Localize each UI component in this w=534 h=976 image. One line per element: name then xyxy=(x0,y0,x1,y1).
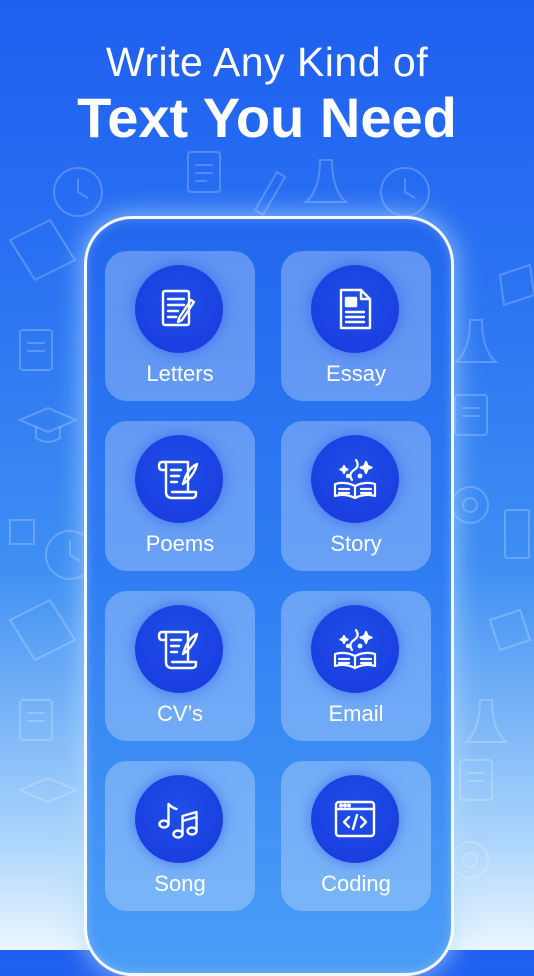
category-card-poems[interactable]: Poems xyxy=(105,421,255,571)
headline: Write Any Kind of Text You Need xyxy=(0,38,534,150)
headline-line-2: Text You Need xyxy=(77,86,457,149)
category-card-essay[interactable]: Essay xyxy=(281,251,431,401)
phone-frame: Letters Essay Poems Story CV’s Email Son… xyxy=(84,216,454,976)
category-label: Poems xyxy=(145,531,215,556)
category-card-letters[interactable]: Letters xyxy=(105,251,255,401)
code-window-icon xyxy=(311,775,399,863)
category-label: Essay xyxy=(326,361,386,386)
category-card-cvs[interactable]: CV’s xyxy=(105,591,255,741)
headline-line-1: Write Any Kind of xyxy=(105,39,429,85)
category-grid: Letters Essay Poems Story CV’s Email Son… xyxy=(105,251,431,911)
document-icon xyxy=(311,265,399,353)
category-label: Coding xyxy=(321,871,391,896)
category-label: Song xyxy=(154,871,206,896)
magic-book-icon xyxy=(311,605,399,693)
category-label: Letters xyxy=(146,361,214,386)
category-card-story[interactable]: Story xyxy=(281,421,431,571)
category-label: CV’s xyxy=(156,701,204,726)
category-card-song[interactable]: Song xyxy=(105,761,255,911)
letter-pen-icon xyxy=(135,265,223,353)
scroll-quill-icon xyxy=(135,435,223,523)
category-card-email[interactable]: Email xyxy=(281,591,431,741)
category-label: Story xyxy=(330,531,382,556)
scroll-quill-icon xyxy=(135,605,223,693)
magic-book-icon xyxy=(311,435,399,523)
music-notes-icon xyxy=(135,775,223,863)
category-label: Email xyxy=(328,701,384,726)
category-card-coding[interactable]: Coding xyxy=(281,761,431,911)
